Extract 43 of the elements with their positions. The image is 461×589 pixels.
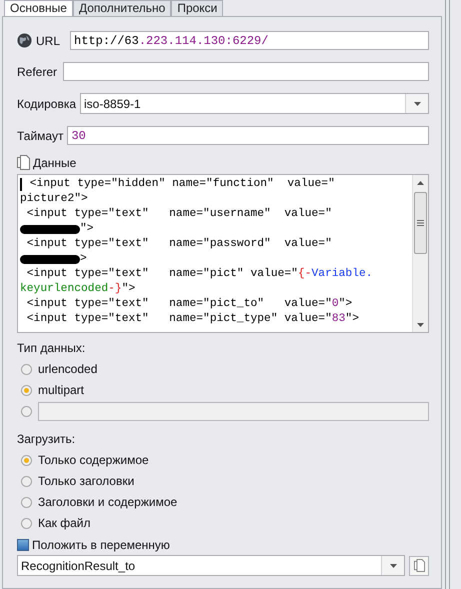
redaction-mark [20, 225, 80, 234]
radio-button[interactable] [21, 384, 32, 396]
radio-label[interactable]: Заголовки и содержимое [38, 495, 178, 509]
tab[interactable]: Дополнительно [72, 0, 172, 16]
tab[interactable]: Основные [4, 0, 73, 16]
timeout-field[interactable]: 30 [67, 126, 429, 145]
group-label: Тип данных: [17, 341, 86, 355]
radio-label[interactable]: Только заголовки [38, 474, 134, 488]
url-field[interactable]: http://63.223.114.130:6229/ [70, 31, 429, 50]
field-label: Кодировка [17, 96, 76, 110]
grip-icon [417, 220, 424, 226]
caret-down-icon [390, 564, 396, 568]
option-label: Положить в переменную [32, 538, 170, 552]
radio-button[interactable] [21, 406, 32, 416]
radio-button[interactable] [21, 364, 32, 374]
field-label: Таймаут [17, 128, 64, 142]
field-label: Referer [17, 64, 58, 78]
encoding-dropdown[interactable]: iso-8859-1 [80, 93, 429, 114]
scrollbar[interactable] [412, 175, 428, 332]
radio-label[interactable]: urlencoded [38, 362, 98, 376]
tab[interactable]: Прокси [171, 0, 224, 16]
scroll-up-icon[interactable] [417, 180, 424, 184]
save-icon [17, 539, 29, 551]
radio-label[interactable]: Как файл [38, 516, 90, 530]
section-label: Данные [33, 156, 76, 170]
field-label: URL [36, 34, 60, 48]
caret-down-icon [417, 322, 424, 326]
radio-button[interactable] [21, 454, 32, 466]
radio-button[interactable] [21, 518, 32, 528]
documents-icon [17, 155, 30, 170]
radio-label[interactable]: Только содержимое [38, 453, 149, 467]
caret-down-icon [414, 102, 420, 106]
radio-label[interactable]: multipart [38, 383, 84, 397]
custom-type-field[interactable] [38, 402, 429, 420]
variable-dropdown[interactable]: RecognitionResult_to [17, 555, 405, 576]
copy-button[interactable] [409, 556, 429, 576]
radio-button[interactable] [21, 476, 32, 486]
globe-icon [17, 33, 32, 48]
referer-field[interactable] [63, 62, 429, 81]
radio-button[interactable] [21, 496, 32, 508]
redaction-mark [20, 255, 80, 264]
documents-icon [414, 559, 424, 572]
group-label: Загрузить: [17, 432, 76, 446]
